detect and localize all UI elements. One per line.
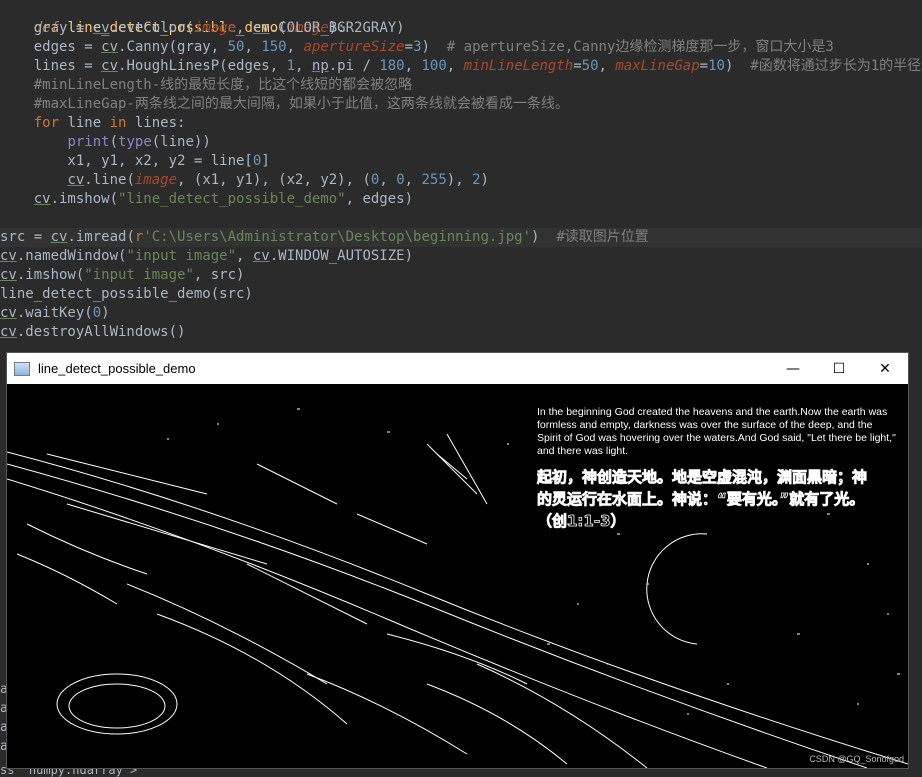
code-line-9[interactable]: x1, y1, x2, y2 = line[0] (0, 152, 269, 171)
opencv-window[interactable]: line_detect_possible_demo — ☐ ✕ In the b… (6, 352, 909, 769)
code-line-14[interactable]: cv.namedWindow("input image", cv.WINDOW_… (0, 247, 413, 266)
code-line-7[interactable]: for line in lines: (0, 114, 186, 133)
code-line-2[interactable]: gray = cv.cvtColor(image, cv.COLOR_BGR2G… (0, 19, 405, 38)
minimize-button[interactable]: — (770, 353, 816, 384)
window-titlebar[interactable]: line_detect_possible_demo — ☐ ✕ (7, 353, 908, 384)
code-line-5[interactable]: #minLineLength-线的最短长度，比这个线短的都会被忽略 (0, 76, 412, 95)
edge-image-canvas: In the beginning God created the heavens… (7, 384, 908, 768)
code-line-18[interactable]: cv.destroyAllWindows() (0, 323, 185, 342)
code-line-13[interactable]: src = cv.imread(r'C:\Users\Administrator… (0, 228, 922, 247)
code-line-15[interactable]: cv.imshow("input image", src) (0, 266, 244, 285)
code-editor[interactable]: def line_detect_possible_demo(image): gr… (0, 0, 922, 350)
code-line-16[interactable]: line_detect_possible_demo(src) (0, 285, 253, 304)
code-line-11[interactable]: cv.imshow("line_detect_possible_demo", e… (0, 190, 413, 209)
close-button[interactable]: ✕ (862, 353, 908, 384)
watermark: CSDN @GQ_Sonofgod (809, 754, 904, 764)
code-line-3[interactable]: edges = cv.Canny(gray, 50, 150, aperture… (0, 38, 834, 57)
code-line-10[interactable]: cv.line(image, (x1, y1), (x2, y2), (0, 0… (0, 171, 489, 190)
code-line-17[interactable]: cv.waitKey(0) (0, 304, 110, 323)
code-line-4[interactable]: lines = cv.HoughLinesP(edges, 1, np.pi /… (0, 57, 922, 76)
window-title: line_detect_possible_demo (38, 361, 196, 376)
maximize-button[interactable]: ☐ (816, 353, 862, 384)
code-line-1[interactable]: def line_detect_possible_demo(image): (0, 0, 346, 36)
code-line-6[interactable]: #maxLineGap-两条线之间的最大间隔，如果小于此值，这两条线就会被看成一… (0, 95, 569, 114)
verse-chinese: 起初，神创造天地。地是空虚混沌，渊面黑暗；神的灵运行在水面上。神说：“要有光。”… (537, 468, 868, 531)
verse-english: In the beginning God created the heavens… (537, 406, 896, 457)
code-line-8[interactable]: print(type(line)) (0, 133, 210, 152)
app-window-icon (14, 361, 30, 376)
